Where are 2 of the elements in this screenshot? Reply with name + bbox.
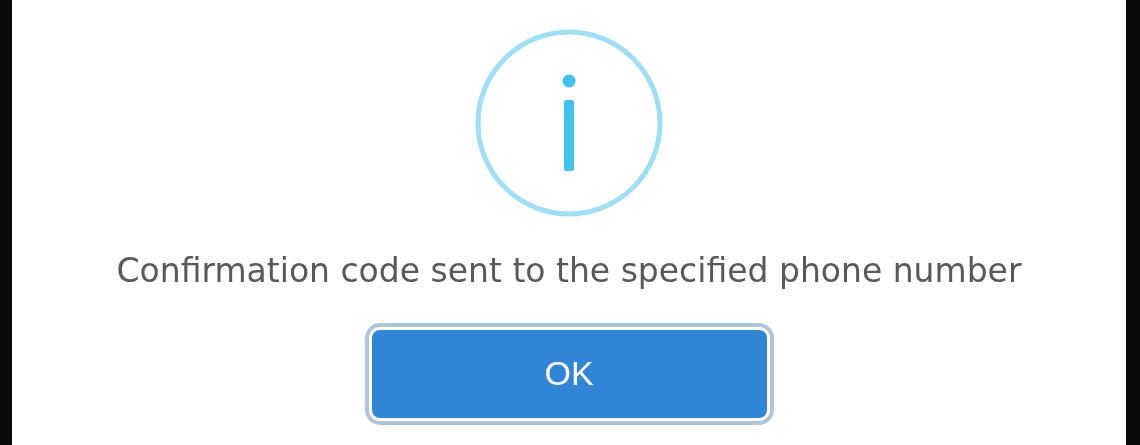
info-icon [474, 28, 664, 218]
dialog-message: Confirmation code sent to the specified phone number [116, 250, 1022, 292]
